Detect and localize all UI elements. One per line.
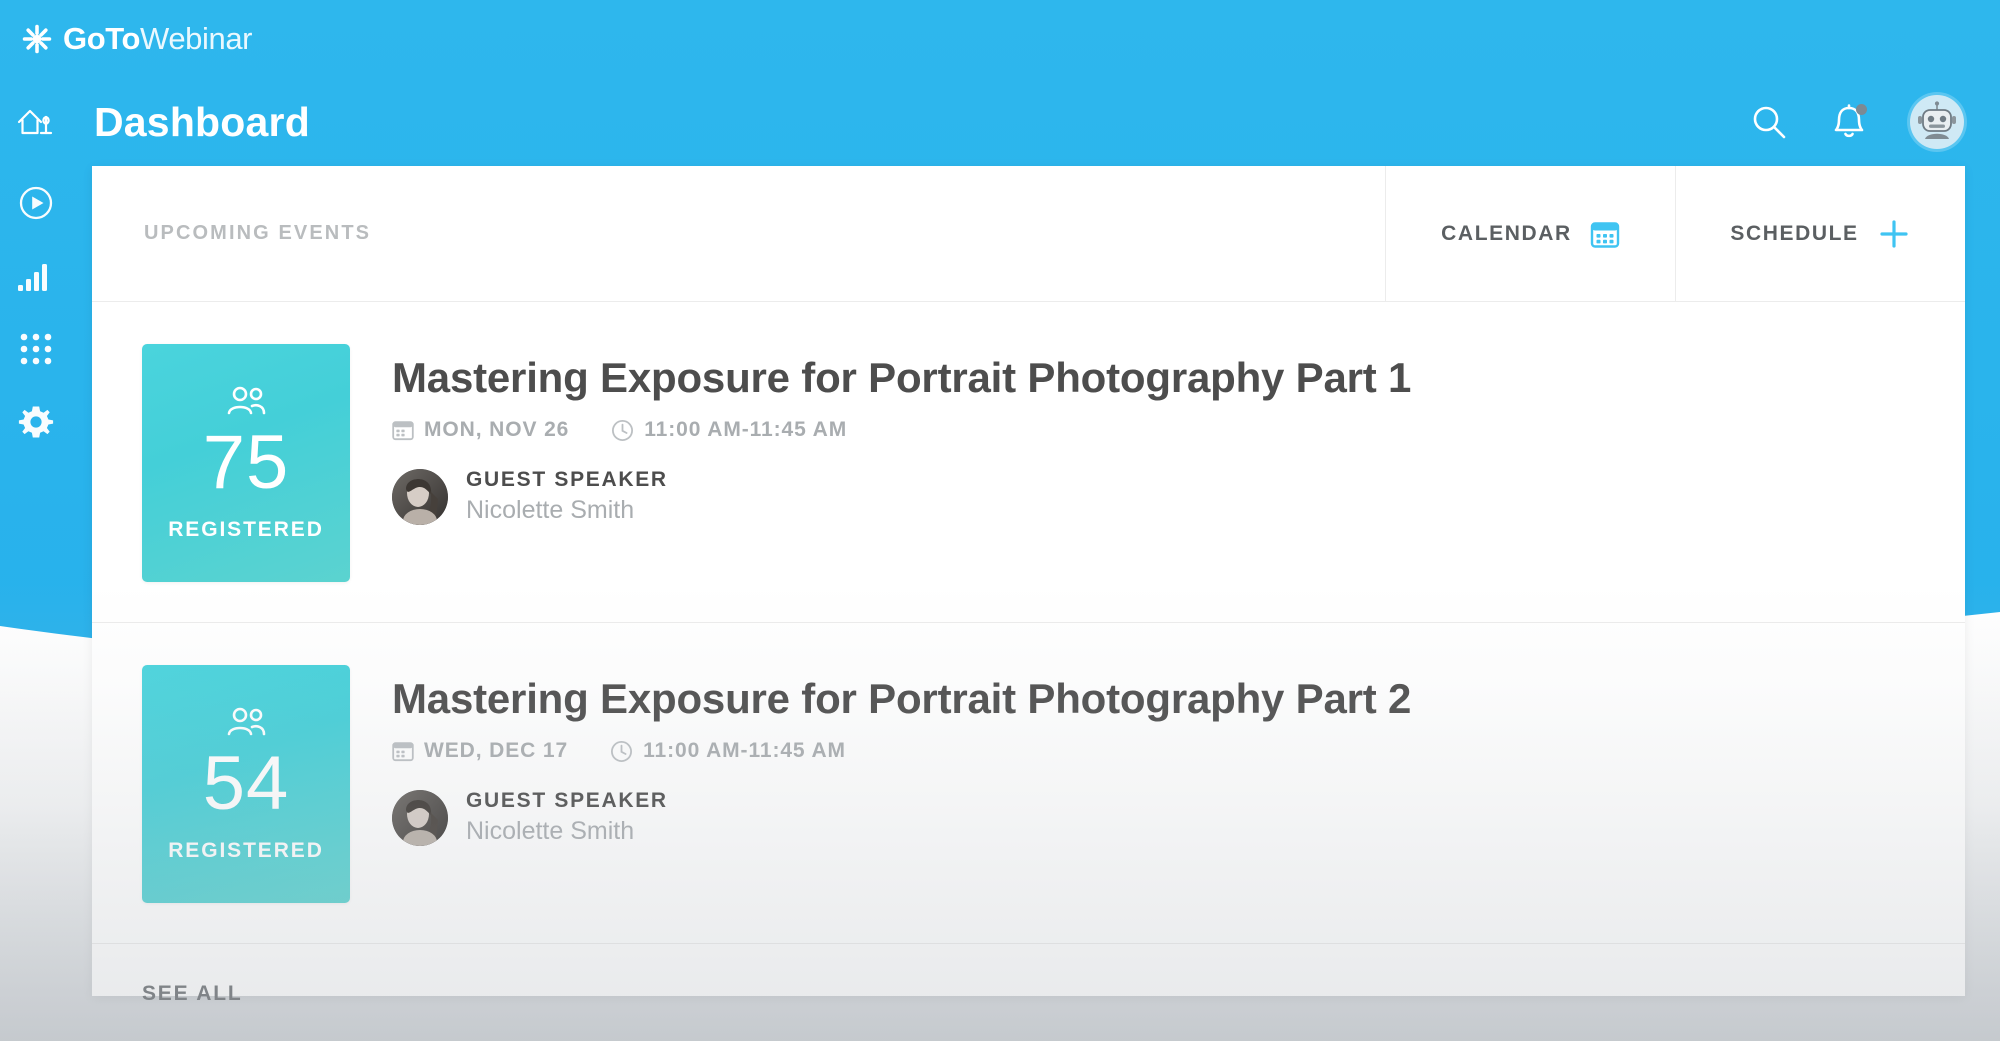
calendar-icon <box>392 421 414 441</box>
clock-icon <box>611 740 633 762</box>
notification-dot <box>1856 104 1867 115</box>
page-header: Dashboard <box>0 78 2000 166</box>
sidebar-item-apps[interactable] <box>19 332 53 366</box>
search-icon[interactable] <box>1750 103 1788 141</box>
registration-tile: 75 REGISTERED <box>142 344 350 582</box>
speaker-role: GUEST SPEAKER <box>466 789 668 813</box>
calendar-icon <box>1590 221 1620 248</box>
people-icon <box>227 707 266 735</box>
sidebar-item-analytics[interactable] <box>17 260 55 294</box>
header-actions <box>1750 95 2000 149</box>
event-meta: WED, DEC 17 11:00 AM-11:45 AM <box>392 739 1965 763</box>
event-speaker: GUEST SPEAKER Nicolette Smith <box>392 468 1965 525</box>
panel-footer: SEE ALL <box>92 944 1965 1006</box>
calendar-button[interactable]: CALENDAR <box>1385 166 1675 301</box>
brand-name-light: Webinar <box>140 21 253 56</box>
brand-logo[interactable]: GoToWebinar <box>22 21 253 57</box>
event-date: WED, DEC 17 <box>424 739 569 763</box>
speaker-role: GUEST SPEAKER <box>466 468 668 492</box>
speaker-text: GUEST SPEAKER Nicolette Smith <box>466 789 668 846</box>
speaker-text: GUEST SPEAKER Nicolette Smith <box>466 468 668 525</box>
speaker-name: Nicolette Smith <box>466 817 635 846</box>
calendar-button-label: CALENDAR <box>1441 221 1572 245</box>
schedule-button[interactable]: SCHEDULE <box>1675 166 1965 301</box>
sidebar-rail <box>0 166 72 666</box>
registered-caption: REGISTERED <box>168 517 324 541</box>
clock-icon <box>612 419 634 441</box>
event-title[interactable]: Mastering Exposure for Portrait Photogra… <box>392 676 1965 721</box>
event-row[interactable]: 54 REGISTERED Mastering Exposure for Por… <box>92 623 1965 944</box>
people-icon <box>227 386 266 414</box>
schedule-button-label: SCHEDULE <box>1730 221 1859 245</box>
speaker-avatar <box>392 789 448 846</box>
robot-avatar <box>1918 101 1956 139</box>
sidebar-item-settings[interactable] <box>17 404 55 442</box>
notifications-button[interactable] <box>1832 103 1867 141</box>
panel-header: UPCOMING EVENTS CALENDAR SCHEDULE <box>92 166 1965 302</box>
see-all-link[interactable]: SEE ALL <box>142 982 243 1006</box>
home-button[interactable] <box>0 105 72 139</box>
event-date: MON, NOV 26 <box>424 418 570 442</box>
brand-wordmark: GoToWebinar <box>63 21 253 57</box>
event-time: 11:00 AM-11:45 AM <box>644 418 848 442</box>
brand-name-strong: GoTo <box>63 21 141 56</box>
section-label: UPCOMING EVENTS <box>144 222 372 244</box>
user-avatar[interactable] <box>1910 95 1964 149</box>
registered-count: 75 <box>202 419 290 505</box>
registration-tile: 54 REGISTERED <box>142 665 350 903</box>
speaker-name: Nicolette Smith <box>466 496 635 525</box>
event-title[interactable]: Mastering Exposure for Portrait Photogra… <box>392 355 1965 400</box>
calendar-icon <box>392 742 414 762</box>
event-details: Mastering Exposure for Portrait Photogra… <box>350 344 1965 525</box>
brand-bar: GoToWebinar <box>0 0 2000 78</box>
panel-header-title: UPCOMING EVENTS <box>92 166 1385 301</box>
asterisk-snowflake-icon <box>22 24 52 54</box>
event-details: Mastering Exposure for Portrait Photogra… <box>350 665 1965 846</box>
home-icon <box>17 109 53 135</box>
plus-icon <box>1880 219 1908 248</box>
sidebar-item-recordings[interactable] <box>17 184 55 222</box>
speaker-avatar <box>392 468 448 525</box>
event-speaker: GUEST SPEAKER Nicolette Smith <box>392 789 1965 846</box>
app-root: GoToWebinar Dashboard UPCOMING EVENTS CA… <box>0 0 2000 1041</box>
speaker-photo <box>392 789 448 846</box>
event-row[interactable]: 75 REGISTERED Mastering Exposure for Por… <box>92 302 1965 623</box>
upcoming-events-panel: UPCOMING EVENTS CALENDAR SCHEDULE 75 REG… <box>92 166 1965 1005</box>
registered-caption: REGISTERED <box>168 838 324 862</box>
event-meta: MON, NOV 26 11:00 AM-11:45 AM <box>392 418 1965 442</box>
registered-count: 54 <box>202 740 290 826</box>
event-time: 11:00 AM-11:45 AM <box>643 739 846 763</box>
page-title: Dashboard <box>94 98 310 145</box>
speaker-photo <box>392 468 448 525</box>
